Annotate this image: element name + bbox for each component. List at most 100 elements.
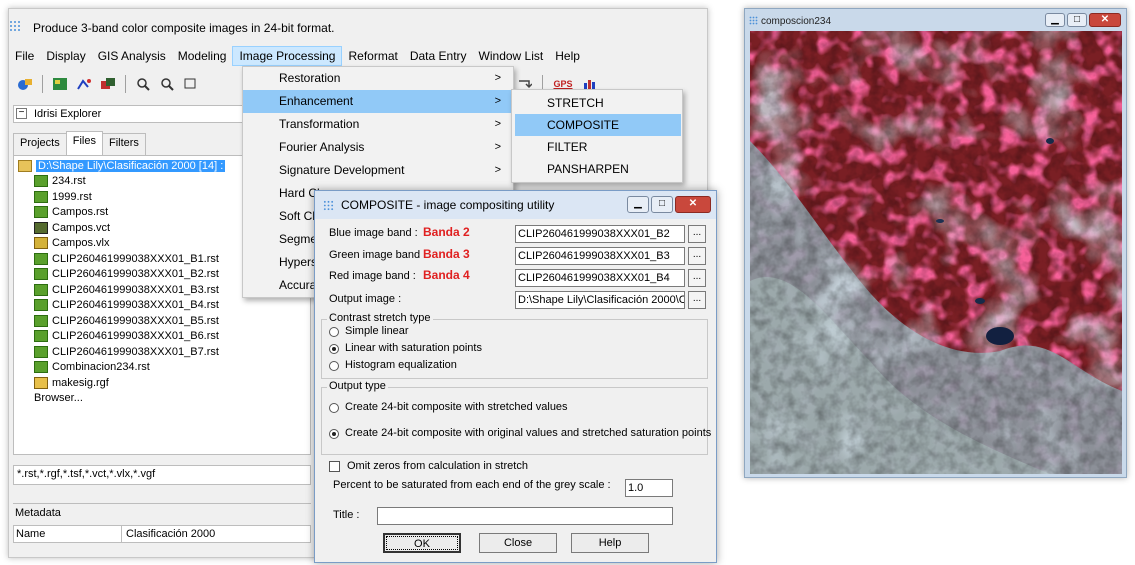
layer-icon[interactable] (98, 75, 118, 93)
maximize-icon[interactable]: □ (651, 196, 673, 213)
submenu-composite[interactable]: COMPOSITE (515, 114, 681, 136)
menu-modeling[interactable]: Modeling (172, 46, 233, 66)
raster-file-icon (34, 299, 48, 312)
browser-link[interactable]: Browser... (34, 391, 306, 407)
file-name: CLIP260461999038XXX01_B4.rst (52, 299, 219, 312)
menu-item-transformation[interactable]: Transformation > (243, 113, 513, 136)
menu-item-label: Accura (279, 278, 317, 292)
composer-icon[interactable] (50, 75, 70, 93)
zoom-in-icon[interactable] (133, 75, 153, 93)
menu-item-signature-development[interactable]: Signature Development > (243, 159, 513, 182)
raster-file-icon (34, 345, 48, 358)
raster-file-icon (34, 330, 48, 343)
percent-input[interactable]: 1.0 (625, 479, 673, 497)
menu-data-entry[interactable]: Data Entry (404, 46, 473, 66)
menu-image-processing[interactable]: Image Processing (232, 46, 343, 66)
blue-band-input[interactable]: CLIP260461999038XXX01_B2 (515, 225, 685, 243)
raster-file-icon (34, 361, 48, 374)
window-hint-text: Produce 3-band color composite images in… (33, 21, 335, 35)
menu-item-label: Transformation (279, 117, 360, 131)
menu-bar: File Display GIS Analysis Modeling Image… (9, 45, 709, 67)
file-row[interactable]: CLIP260461999038XXX01_B7.rst (34, 344, 306, 360)
output-type-group (321, 387, 708, 455)
radio-stretched-values[interactable] (329, 403, 339, 413)
tab-filters[interactable]: Filters (101, 133, 146, 155)
menu-item-label: Segme (279, 232, 318, 246)
file-row[interactable]: CLIP260461999038XXX01_B5.rst (34, 313, 306, 329)
file-name: CLIP260461999038XXX01_B2.rst (52, 268, 219, 281)
green-band-input[interactable]: CLIP260461999038XXX01_B3 (515, 247, 685, 265)
submenu-arrow-icon: > (494, 72, 501, 84)
menu-file[interactable]: File (9, 46, 40, 66)
green-browse-button[interactable]: ... (688, 247, 706, 265)
false-color-composite-image[interactable] (750, 31, 1122, 474)
vector-link-file-icon (34, 237, 48, 250)
green-band-label: Green image band : (329, 249, 427, 261)
file-row[interactable]: CLIP260461999038XXX01_B4.rst (34, 298, 306, 314)
raster-file-icon (34, 314, 48, 327)
menu-item-label: Restoration (279, 71, 341, 85)
file-name: CLIP260461999038XXX01_B6.rst (52, 330, 219, 343)
maximize-icon[interactable]: □ (1067, 13, 1087, 27)
menu-window-list[interactable]: Window List (473, 46, 550, 66)
radio-simple-linear[interactable] (329, 327, 339, 337)
file-row[interactable]: CLIP260461999038XXX01_B6.rst (34, 329, 306, 345)
blue-browse-button[interactable]: ... (688, 225, 706, 243)
red-band-annotation: Banda 4 (423, 268, 470, 282)
submenu-arrow-icon: > (494, 118, 501, 130)
submenu-pansharpen[interactable]: PANSHARPEN (515, 158, 681, 180)
close-icon[interactable]: ✕ (1089, 13, 1121, 27)
file-name: CLIP260461999038XXX01_B5.rst (52, 314, 219, 327)
explorer-tabs: Projects Files Filters (13, 131, 146, 155)
minimize-icon[interactable]: ▁ (627, 196, 649, 213)
percent-label: Percent to be saturated from each end of… (333, 479, 611, 491)
file-name: CLIP260461999038XXX01_B3.rst (52, 283, 219, 296)
menu-item-restoration[interactable]: Restoration > (243, 67, 513, 90)
tab-files[interactable]: Files (65, 131, 103, 155)
help-button[interactable]: Help (571, 533, 649, 553)
composite-image-window: composcion234 ▁ □ ✕ (744, 8, 1127, 478)
vector-edit-icon[interactable] (74, 75, 94, 93)
collapse-icon[interactable]: − (16, 108, 27, 119)
output-browse-button[interactable]: ... (688, 291, 706, 309)
radio-label: Simple linear (345, 325, 409, 337)
radio-original-values[interactable] (329, 429, 339, 439)
output-image-input[interactable]: D:\Shape Lily\Clasificación 2000\Co (515, 291, 685, 309)
menu-item-enhancement[interactable]: Enhancement > (243, 90, 513, 113)
submenu-stretch[interactable]: STRETCH (515, 92, 681, 114)
red-browse-button[interactable]: ... (688, 269, 706, 287)
app-icon (10, 21, 20, 31)
submenu-filter[interactable]: FILTER (515, 136, 681, 158)
group-file-icon (34, 376, 48, 389)
menu-item-label: Hypers (279, 255, 318, 269)
file-name: CLIP260461999038XXX01_B1.rst (52, 252, 219, 265)
menu-display[interactable]: Display (40, 46, 91, 66)
menu-help[interactable]: Help (549, 46, 586, 66)
select-window-icon[interactable] (181, 75, 201, 93)
app-icon (323, 200, 334, 211)
title-input[interactable] (377, 507, 673, 525)
menu-item-label: Fourier Analysis (279, 140, 365, 154)
file-row[interactable]: Combinacion234.rst (34, 360, 306, 376)
menu-gis-analysis[interactable]: GIS Analysis (92, 46, 172, 66)
menu-item-fourier-analysis[interactable]: Fourier Analysis > (243, 136, 513, 159)
file-filter-input[interactable]: *.rst,*.rgf,*.tsf,*.vct,*.vlx,*.vgf (13, 465, 311, 485)
raster-file-icon (34, 190, 48, 203)
radio-linear-saturation[interactable] (329, 344, 339, 354)
zoom-out-icon[interactable] (157, 75, 177, 93)
omit-zeros-checkbox[interactable] (329, 461, 340, 472)
close-button[interactable]: Close (479, 533, 557, 553)
composite-dialog: COMPOSITE - image compositing utility ▁ … (314, 190, 717, 563)
ok-button[interactable]: OK (383, 533, 461, 553)
close-icon[interactable]: ✕ (675, 196, 711, 213)
open-display-icon[interactable] (15, 75, 35, 93)
minimize-icon[interactable]: ▁ (1045, 13, 1065, 27)
red-band-input[interactable]: CLIP260461999038XXX01_B4 (515, 269, 685, 287)
radio-histogram-equalization[interactable] (329, 361, 339, 371)
file-name: 234.rst (52, 175, 86, 188)
tab-projects[interactable]: Projects (13, 133, 67, 155)
menu-item-label: Enhancement (279, 94, 354, 108)
file-row[interactable]: makesig.rgf (34, 375, 306, 391)
menu-reformat[interactable]: Reformat (342, 46, 403, 66)
submenu-arrow-icon: > (494, 141, 501, 153)
